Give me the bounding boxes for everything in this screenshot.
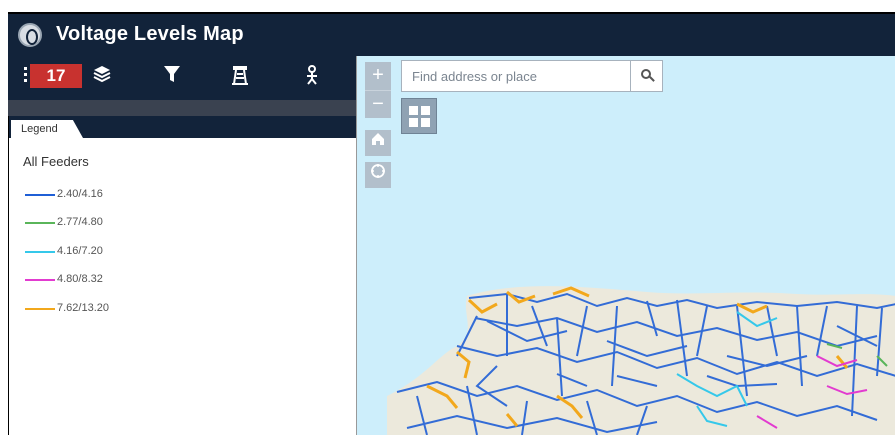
app-logo-icon	[18, 23, 42, 47]
legend-panel: Legend All Feeders 2.40/4.16 2.77/4.80 4…	[8, 116, 357, 435]
widget-toolbar: 17	[8, 56, 356, 100]
map-canvas[interactable]	[357, 56, 895, 435]
app-header: Voltage Levels Map	[8, 12, 895, 56]
legend-swatch	[25, 194, 55, 196]
panel-divider	[8, 100, 356, 116]
legend-swatch	[25, 279, 55, 281]
layers-icon[interactable]	[88, 64, 116, 90]
home-icon	[372, 133, 384, 145]
legend-item-label: 2.40/4.16	[57, 188, 103, 200]
map-view[interactable]: + −	[356, 56, 895, 435]
panel-tabbar: Legend	[9, 116, 357, 138]
zoom-out-button[interactable]: −	[365, 90, 391, 118]
legend-item-label: 2.77/4.80	[57, 216, 103, 228]
legend-swatch	[25, 251, 55, 253]
basemap-gallery-button[interactable]	[401, 98, 437, 134]
tower-icon[interactable]	[226, 64, 254, 90]
zoom-in-button[interactable]: +	[365, 62, 391, 90]
locate-icon	[371, 164, 385, 178]
zoom-control: + −	[365, 62, 391, 118]
app-frame: Voltage Levels Map 17 Legend All Feeders…	[0, 0, 895, 435]
list-icon[interactable]	[24, 67, 28, 87]
app-title: Voltage Levels Map	[56, 23, 244, 45]
filter-icon[interactable]	[158, 64, 186, 90]
legend-item-label: 4.16/7.20	[57, 245, 103, 257]
locate-button[interactable]	[365, 162, 391, 188]
step-badge: 17	[30, 64, 82, 88]
locate-person-icon[interactable]	[298, 64, 326, 90]
legend-swatch	[25, 308, 55, 310]
tab-legend[interactable]: Legend	[11, 120, 83, 138]
search-box	[401, 60, 663, 92]
legend-swatch	[25, 222, 55, 224]
home-button[interactable]	[365, 130, 391, 156]
search-input[interactable]	[402, 61, 630, 91]
search-button[interactable]	[630, 61, 662, 91]
legend-item-label: 7.62/13.20	[57, 302, 109, 314]
legend-group-title: All Feeders	[23, 154, 89, 169]
legend-item-label: 4.80/8.32	[57, 273, 103, 285]
